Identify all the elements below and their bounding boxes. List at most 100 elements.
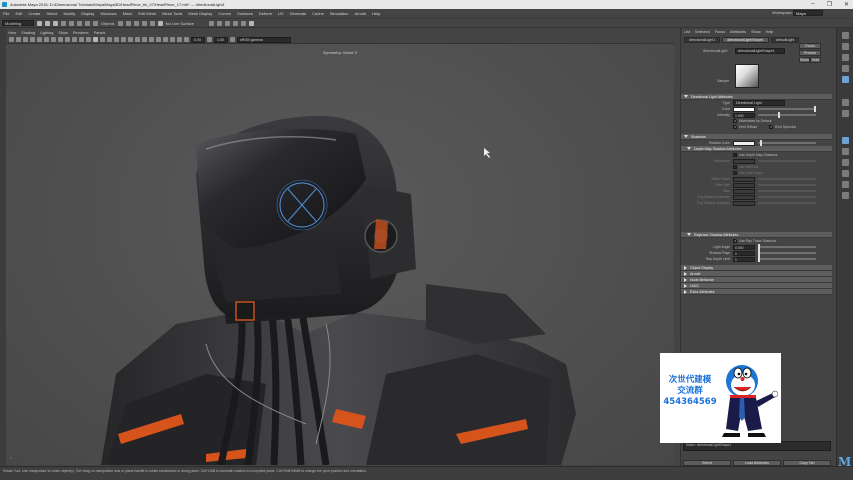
redo-icon[interactable] xyxy=(69,20,74,26)
anti-aliasing-icon[interactable] xyxy=(142,37,147,42)
ae-menu-focus[interactable]: Focus xyxy=(715,30,725,34)
render-settings-icon[interactable] xyxy=(232,20,238,26)
save-scene-icon[interactable] xyxy=(53,20,58,26)
light-angle-field[interactable]: 0.000 xyxy=(733,244,755,250)
default-material-icon[interactable] xyxy=(100,37,105,42)
resolution-gate-icon[interactable] xyxy=(51,37,56,42)
width-focus-field[interactable] xyxy=(733,176,755,182)
show-button[interactable]: Show xyxy=(799,57,810,63)
menu-modify[interactable]: Modify xyxy=(64,11,76,16)
film-gate-icon[interactable] xyxy=(44,37,49,42)
gate-mask-icon[interactable] xyxy=(58,37,63,42)
layers-icon[interactable] xyxy=(841,99,849,106)
image-plane-icon[interactable] xyxy=(30,37,35,42)
light-editor-icon[interactable] xyxy=(841,148,849,155)
camera-attributes-icon[interactable] xyxy=(16,37,21,42)
motion-blur-icon[interactable] xyxy=(135,37,140,42)
shadow-color-slider[interactable] xyxy=(758,140,816,146)
presets-button[interactable]: Presets xyxy=(799,50,821,56)
focus-button[interactable]: Focus xyxy=(799,43,821,49)
isolate-select-icon[interactable] xyxy=(156,37,161,42)
helmet-model[interactable] xyxy=(6,44,674,465)
modeling-toolkit-icon[interactable] xyxy=(841,65,849,72)
panel-menu-panels[interactable]: Panels xyxy=(94,31,106,35)
gamma-field[interactable]: 1.00 xyxy=(214,36,228,43)
panel-menu-lighting[interactable]: Lighting xyxy=(40,31,53,35)
color-management-icon[interactable] xyxy=(230,37,235,42)
shadow-color-swatch[interactable] xyxy=(733,140,755,146)
filter-size-field[interactable] xyxy=(733,182,755,188)
menu-simulation[interactable]: Simulation xyxy=(330,11,349,16)
menu-deform[interactable]: Deform xyxy=(259,11,272,16)
ae-menu-selected[interactable]: Selected xyxy=(695,30,710,34)
xray-icon[interactable] xyxy=(163,37,168,42)
menu-mesh[interactable]: Mesh xyxy=(123,11,133,16)
bias-field[interactable] xyxy=(733,188,755,194)
snap-surface-icon[interactable] xyxy=(149,20,155,26)
snap-curve-icon[interactable] xyxy=(125,20,131,26)
use-depth-map-checkbox[interactable] xyxy=(733,153,737,157)
menu-file[interactable]: File xyxy=(3,11,9,16)
tool-settings-icon[interactable] xyxy=(841,43,849,50)
history-icon[interactable] xyxy=(208,20,214,26)
menu-display[interactable]: Display xyxy=(81,11,94,16)
menu-help[interactable]: Help xyxy=(372,11,380,16)
live-surface-icon[interactable] xyxy=(157,20,163,26)
workspace-select[interactable]: Maya xyxy=(793,10,823,16)
graph-editor-icon[interactable] xyxy=(841,192,849,199)
color-slider[interactable] xyxy=(758,106,816,112)
snap-grid-icon[interactable] xyxy=(117,20,123,26)
use-raytrace-checkbox[interactable] xyxy=(733,239,737,243)
active-panel-icon[interactable] xyxy=(841,76,849,83)
uv-editor-icon[interactable] xyxy=(841,181,849,188)
ae-menu-help[interactable]: Help xyxy=(766,30,774,34)
attribute-editor-toggle-icon[interactable] xyxy=(841,32,849,39)
shadows-icon[interactable] xyxy=(121,37,126,42)
safe-title-icon[interactable] xyxy=(79,37,84,42)
light-angle-slider[interactable] xyxy=(758,244,816,250)
ray-depth-field[interactable]: 1 xyxy=(733,256,755,262)
textured-icon[interactable] xyxy=(107,37,112,42)
fog-intensity-field[interactable] xyxy=(733,194,755,200)
tab-default-light[interactable]: defaultLight xyxy=(770,37,800,43)
use-auto-focus-checkbox[interactable] xyxy=(733,171,737,175)
bookmark-icon[interactable] xyxy=(23,37,28,42)
panel-menu-renderer[interactable]: Renderer xyxy=(73,31,89,35)
3d-viewport[interactable]: Symmetry: World X z xyxy=(6,44,674,465)
safe-action-icon[interactable] xyxy=(72,37,77,42)
menu-edit[interactable]: Edit xyxy=(15,11,22,16)
depth-of-field-icon[interactable] xyxy=(149,37,154,42)
exposure-icon[interactable] xyxy=(184,37,189,42)
maximize-button[interactable]: ❐ xyxy=(827,1,832,8)
grid-icon[interactable] xyxy=(37,37,42,42)
menu-windows[interactable]: Windows xyxy=(100,11,116,16)
shadow-rays-slider[interactable] xyxy=(758,250,816,256)
ambient-occlusion-icon[interactable] xyxy=(128,37,133,42)
menu-uv[interactable]: UV xyxy=(278,11,284,16)
select-hierarchy-icon[interactable] xyxy=(77,20,82,26)
section-extra-attributes[interactable]: Extra Attributes xyxy=(681,289,832,295)
illuminates-default-checkbox[interactable] xyxy=(733,119,737,123)
view-transform-select[interactable]: sRGB gamma xyxy=(237,36,291,43)
hypershade-icon[interactable] xyxy=(240,20,246,26)
exposure-field[interactable]: 0.00 xyxy=(191,36,205,43)
shadow-rays-field[interactable]: 1 xyxy=(733,250,755,256)
hide-button[interactable]: Hide xyxy=(810,57,821,63)
tab-directional-light-shape[interactable]: directionalLightShape1 xyxy=(722,37,769,43)
xray-components-icon[interactable] xyxy=(177,37,182,42)
menu-edit-mesh[interactable]: Edit Mesh xyxy=(138,11,156,16)
use-all-lights-icon[interactable] xyxy=(114,37,119,42)
menu-mesh-display[interactable]: Mesh Display xyxy=(188,11,212,16)
open-scene-icon[interactable] xyxy=(45,20,50,26)
ray-depth-slider[interactable] xyxy=(758,256,816,262)
emit-diffuse-checkbox[interactable] xyxy=(733,125,737,129)
select-camera-icon[interactable] xyxy=(9,37,14,42)
minimize-button[interactable]: – xyxy=(811,1,814,8)
snap-point-icon[interactable] xyxy=(133,20,139,26)
render-frame-icon[interactable] xyxy=(216,20,222,26)
menu-create[interactable]: Create xyxy=(28,11,40,16)
hypershade-side-icon[interactable] xyxy=(841,159,849,166)
gamma-icon[interactable] xyxy=(207,37,212,42)
use-mid-dist-checkbox[interactable] xyxy=(733,165,737,169)
menu-set-select[interactable]: Modeling xyxy=(2,20,34,26)
